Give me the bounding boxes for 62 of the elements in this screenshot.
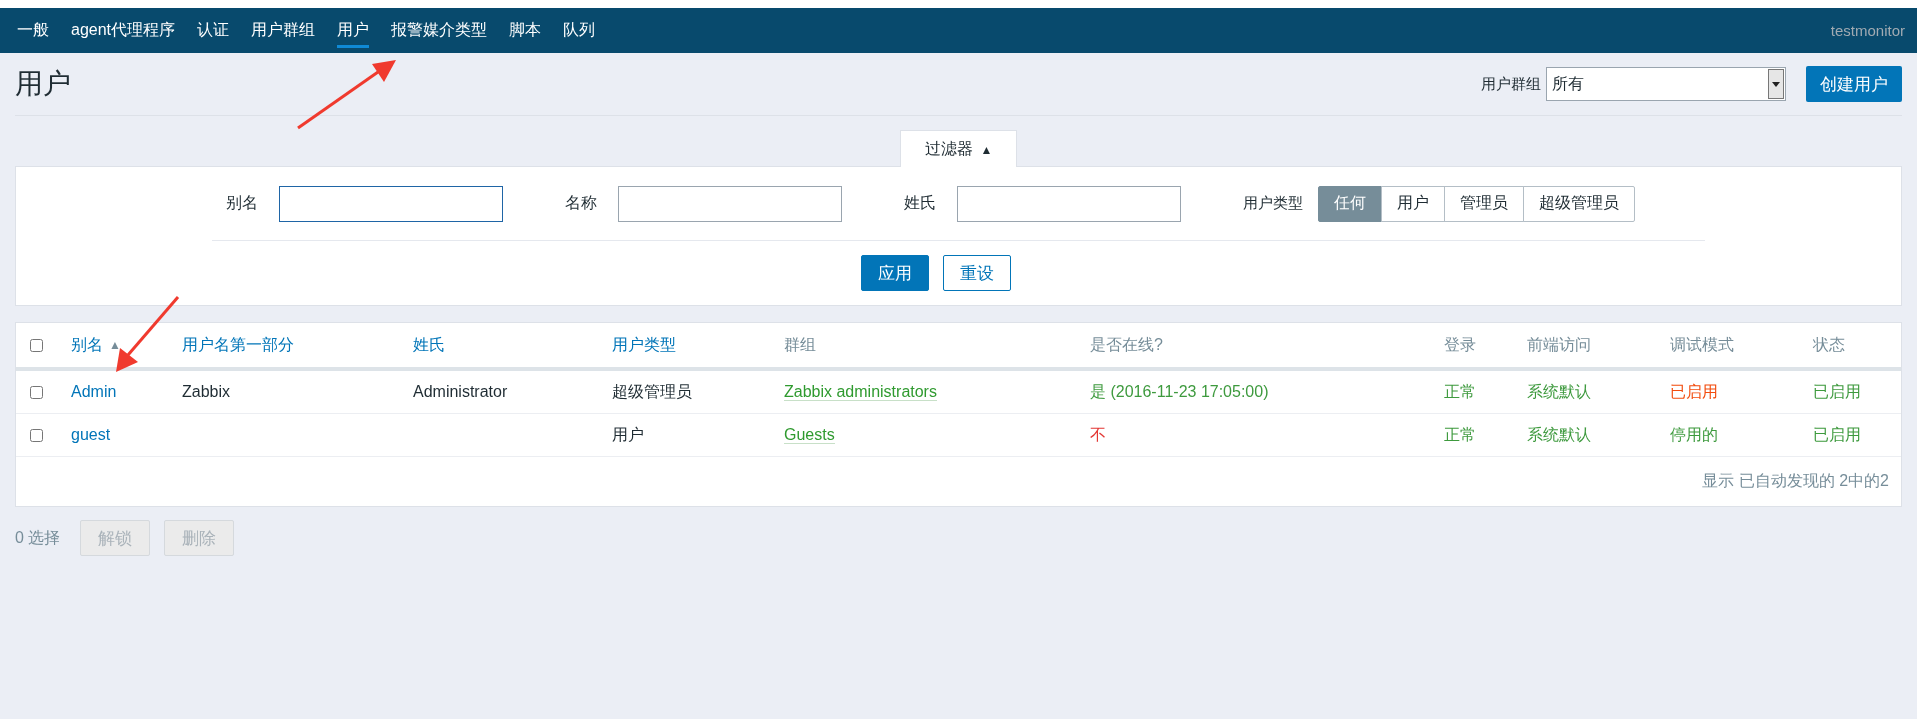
field-label: 名称 bbox=[565, 193, 598, 213]
user-group-link[interactable]: Zabbix administrators bbox=[784, 383, 937, 401]
create-user-button[interactable]: 创建用户 bbox=[1806, 66, 1902, 102]
sortable-column-header[interactable]: 用户类型 bbox=[612, 334, 676, 356]
status-text: 停用的 bbox=[1670, 425, 1718, 443]
status-text: 是 (2016-11-23 17:05:00) bbox=[1090, 382, 1269, 400]
row-checkbox[interactable] bbox=[30, 429, 43, 443]
user-type-option[interactable]: 管理员 bbox=[1444, 185, 1524, 222]
select-all-checkbox[interactable] bbox=[30, 339, 43, 353]
nav-tab[interactable]: 报警媒介类型 bbox=[380, 8, 499, 53]
sortable-column-header[interactable]: 用户名第一部分 bbox=[182, 334, 294, 356]
column-header: 是否在线? bbox=[1090, 335, 1163, 353]
apply-button[interactable]: 应用 bbox=[860, 255, 929, 291]
user-alias-link[interactable]: Admin bbox=[71, 383, 117, 400]
field-label: 用户类型 bbox=[1243, 194, 1303, 213]
field-label: 姓氏 bbox=[904, 193, 937, 213]
input-field[interactable] bbox=[618, 185, 842, 222]
nav-tab[interactable]: 队列 bbox=[552, 8, 607, 53]
nav-tab[interactable]: 用户 bbox=[326, 8, 381, 53]
nav-tab[interactable]: agent代理程序 bbox=[60, 8, 187, 53]
user-group-label: 用户群组 bbox=[1481, 74, 1541, 94]
column-header: 状态 bbox=[1813, 335, 1845, 353]
table-cell: Administrator bbox=[413, 383, 508, 400]
user-name[interactable]: testmonitor bbox=[1830, 8, 1917, 53]
status-text: 系统默认 bbox=[1527, 425, 1591, 443]
column-header: 前端访问 bbox=[1527, 335, 1591, 353]
status-text: 系统默认 bbox=[1527, 382, 1591, 400]
column-header: 群组 bbox=[784, 335, 816, 353]
page-title: 用户 bbox=[15, 67, 71, 101]
nav-tab[interactable]: 用户群组 bbox=[240, 8, 327, 53]
sortable-column-header[interactable]: 别名 ▲ bbox=[71, 334, 121, 356]
input-field[interactable] bbox=[279, 185, 503, 222]
reset-button[interactable]: 重设 bbox=[942, 255, 1011, 291]
user-group-dropdown[interactable]: 所有 bbox=[1546, 67, 1786, 101]
collapse-arrow-icon: ▲ bbox=[980, 142, 993, 157]
row-checkbox[interactable] bbox=[30, 386, 43, 400]
status-text: 已启用 bbox=[1813, 425, 1861, 443]
table-cell: 用户 bbox=[612, 425, 644, 443]
status-text: 正常 bbox=[1444, 382, 1476, 400]
status-text: 已启用 bbox=[1670, 382, 1718, 400]
table-cell: 超级管理员 bbox=[612, 382, 692, 400]
field-label: 别名 bbox=[226, 193, 259, 213]
user-alias-link[interactable]: guest bbox=[71, 426, 111, 443]
sortable-column-header[interactable]: 姓氏 bbox=[413, 334, 445, 356]
user-group-link[interactable]: Guests bbox=[784, 426, 835, 444]
results-count: 显示 已自动发现的 2中的2 bbox=[1702, 472, 1889, 489]
table-cell: Zabbix bbox=[182, 383, 231, 400]
column-header: 调试模式 bbox=[1670, 335, 1734, 353]
user-type-option[interactable]: 用户 bbox=[1381, 185, 1445, 222]
status-text: 已启用 bbox=[1813, 382, 1861, 400]
user-type-option[interactable]: 任何 bbox=[1318, 185, 1382, 222]
filter-tab[interactable]: 过滤器 ▲ bbox=[899, 130, 1018, 167]
selected-count: 0 选择 bbox=[15, 527, 61, 548]
status-text: 不 bbox=[1090, 425, 1106, 443]
nav-tab[interactable]: 脚本 bbox=[498, 8, 553, 53]
input-field[interactable] bbox=[957, 185, 1181, 222]
user-type-option[interactable]: 超级管理员 bbox=[1523, 185, 1635, 222]
nav-tab[interactable]: 认证 bbox=[186, 8, 241, 53]
nav-tab[interactable]: 一般 bbox=[6, 8, 60, 53]
status-text: 正常 bbox=[1444, 425, 1476, 443]
sort-ascending-icon: ▲ bbox=[109, 338, 121, 352]
column-header: 登录 bbox=[1444, 335, 1476, 353]
